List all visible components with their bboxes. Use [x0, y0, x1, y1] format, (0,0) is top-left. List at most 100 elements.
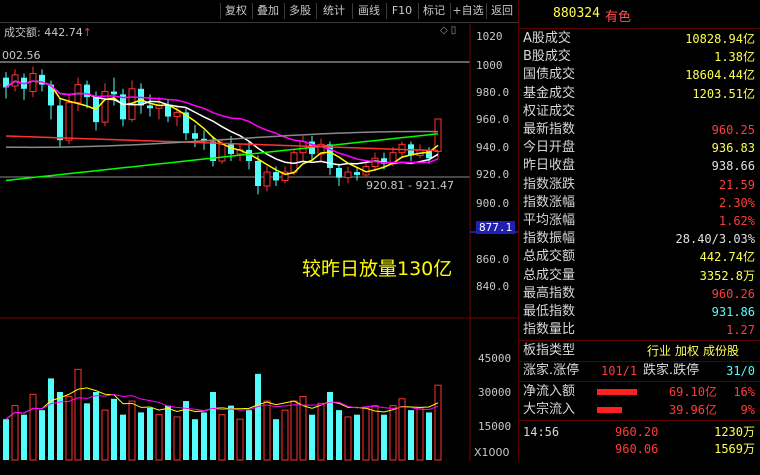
stat-row: 权证成交 [519, 103, 760, 121]
price-tick: 860.0 [476, 253, 510, 266]
volume-bar [155, 414, 163, 461]
toolbar-item-7[interactable]: +自选 [450, 3, 485, 19]
range-label: 920.81 - 921.47 [366, 179, 454, 192]
board-type-row: 板指类型 行业 加权 成份股 [519, 342, 760, 360]
board-industry[interactable]: 行业 [647, 342, 671, 360]
toolbar-item-5[interactable]: F10 [386, 3, 417, 19]
volume-bar [416, 407, 424, 461]
stat-label: 指数振幅 [523, 231, 576, 247]
toolbar-item-4[interactable]: 画线 [352, 3, 385, 19]
volume-tick: 15000 [478, 420, 512, 433]
stat-value: 960.26 [711, 286, 755, 301]
stat-value: 960.25 [711, 123, 755, 137]
price-tick: 1020 [476, 30, 503, 43]
stat-value: 931.86 [711, 305, 755, 319]
stat-row: 基金成交 1203.51亿 [519, 85, 760, 103]
volume-annotation: 较昨日放量130亿 [302, 258, 453, 280]
up-count-value: 101/1 [601, 364, 638, 378]
tick-price: 960.06 [615, 442, 659, 456]
flow-row: 大宗流入 39.96亿 9% [519, 401, 760, 419]
stat-label: 昨日收盘 [523, 158, 576, 174]
tick-row: 14:56 960.20 1230万 [519, 423, 760, 441]
index-code: 880324 [553, 6, 600, 21]
stat-label: 基金成交 [523, 85, 576, 101]
volume-bar [434, 384, 442, 461]
stat-value: 2.30% [718, 195, 755, 210]
chart-settings[interactable]: ◇ ▯ [440, 25, 466, 36]
stat-row: 最高指数 960.26 [519, 285, 760, 303]
board-constituents[interactable]: 成份股 [703, 342, 739, 360]
stat-value: 1203.51亿 [692, 86, 755, 101]
flow-label: 净流入额 [523, 384, 576, 399]
stat-row: 最新指数 960.25 [519, 121, 760, 139]
volume-bar [218, 414, 226, 461]
volume-unit: X1000 [474, 446, 510, 459]
down-count-label: 跌家.跌停 [643, 363, 700, 378]
volume-bar [263, 400, 271, 461]
candle-body [398, 143, 406, 154]
diamond-icon[interactable]: ◇ [440, 25, 448, 36]
stat-value: 1.27 [726, 323, 755, 338]
volume-bar [48, 378, 54, 460]
toolbar-item-2[interactable]: 多股 [284, 3, 315, 19]
stat-label: 总成交额 [523, 249, 576, 265]
stat-row: 指数量比 1.27 [519, 321, 760, 339]
stat-row: B股成交 1.38亿 [519, 48, 760, 66]
stat-row: 总成交额 442.74亿 [519, 248, 760, 266]
stat-label: 总成交量 [523, 267, 576, 283]
stat-label: 平均涨幅 [523, 213, 576, 228]
stat-label: 权证成交 [523, 103, 576, 119]
candle-body [57, 105, 63, 141]
volume-bar [65, 396, 73, 461]
toolbar-item-1[interactable]: 叠加 [252, 3, 283, 19]
stat-row: 国债成交 18604.44亿 [519, 66, 760, 84]
toolbar-item-0[interactable]: 复权 [220, 3, 251, 19]
toolbar-item-3[interactable]: 统计 [316, 3, 351, 19]
down-count-value: 31/0 [726, 364, 755, 378]
chart-toolbar: 复权 叠加 多股 统计 画线 F10 标记 +自选 返回 [0, 0, 518, 23]
volume-bar [201, 412, 207, 460]
volume-bar [228, 405, 234, 460]
candle-body [263, 171, 271, 187]
volume-bar [138, 412, 144, 460]
amount-label: 成交额: 442.74↑ [4, 24, 92, 40]
price-tick: 920.0 [476, 168, 510, 181]
candle-body [354, 172, 360, 175]
price-tick: 980.0 [476, 86, 510, 99]
stat-label: 国债成交 [523, 67, 576, 83]
volume-bar [74, 368, 82, 461]
stat-value: 1.62% [718, 214, 755, 228]
candle-body [29, 73, 37, 93]
stat-row: A股成交 10828.94亿 [519, 30, 760, 48]
flow-label: 大宗流入 [523, 402, 576, 417]
volume-bar [389, 405, 397, 461]
flow-pct: 16% [733, 385, 755, 399]
stat-value: 938.66 [711, 159, 755, 174]
stat-label: 最低指数 [523, 304, 576, 319]
volume-bar [111, 398, 117, 460]
volume-bar [84, 403, 90, 460]
quote-panel: 880324 有色 A股成交 10828.94亿 B股成交 1.38亿 国债成交 1860… [518, 0, 760, 461]
volume-bar [120, 414, 126, 460]
board-weighted[interactable]: 加权 [675, 342, 699, 360]
volume-bar [21, 414, 27, 460]
stat-label: 最高指数 [523, 285, 576, 301]
candle-body [165, 105, 171, 117]
stat-row: 总成交量 3352.8万 [519, 267, 760, 285]
candle-body [344, 171, 352, 179]
kline-chart[interactable] [0, 22, 518, 461]
volume-bar [354, 414, 360, 460]
volume-bar [381, 414, 387, 460]
expand-icon[interactable]: ▯ [451, 25, 457, 36]
tick-volume: 1569万 [714, 442, 755, 456]
toolbar-item-6[interactable]: 标记 [418, 3, 449, 19]
stat-label: B股成交 [523, 49, 571, 65]
candle-body [192, 133, 198, 139]
stat-row: 指数振幅 28.40/3.03% [519, 230, 760, 248]
flow-bar [597, 389, 637, 395]
toolbar-item-8[interactable]: 返回 [486, 3, 517, 19]
stat-value: 1.38亿 [714, 50, 755, 65]
flow-pct: 9% [740, 403, 755, 417]
volume-bar [273, 419, 279, 460]
stat-label: 指数涨幅 [523, 194, 576, 210]
